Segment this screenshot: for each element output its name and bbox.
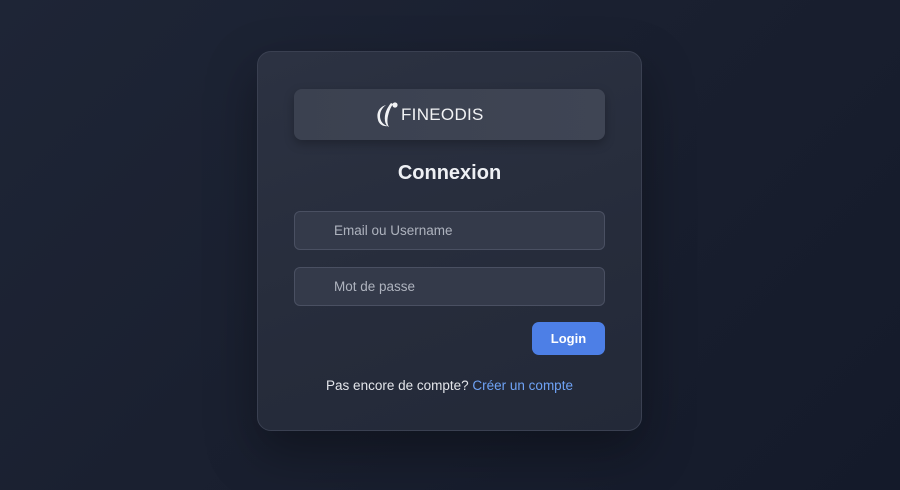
login-button[interactable]: Login <box>532 322 605 355</box>
email-username-input[interactable] <box>294 211 605 250</box>
brand-logo: FINEODIS <box>374 98 484 130</box>
login-card: FINEODIS Connexion Login Pas encore de c… <box>257 51 642 431</box>
fineodis-logo-icon <box>377 102 398 127</box>
page-title: Connexion <box>397 162 502 184</box>
signup-prompt-text: Pas encore de compte? <box>326 378 469 393</box>
password-input[interactable] <box>294 267 605 306</box>
logo-banner: FINEODIS <box>294 89 605 140</box>
brand-name: FINEODIS <box>401 105 484 124</box>
signup-prompt: Pas encore de compte? Créer un compte <box>258 378 641 393</box>
create-account-link[interactable]: Créer un compte <box>472 378 573 393</box>
